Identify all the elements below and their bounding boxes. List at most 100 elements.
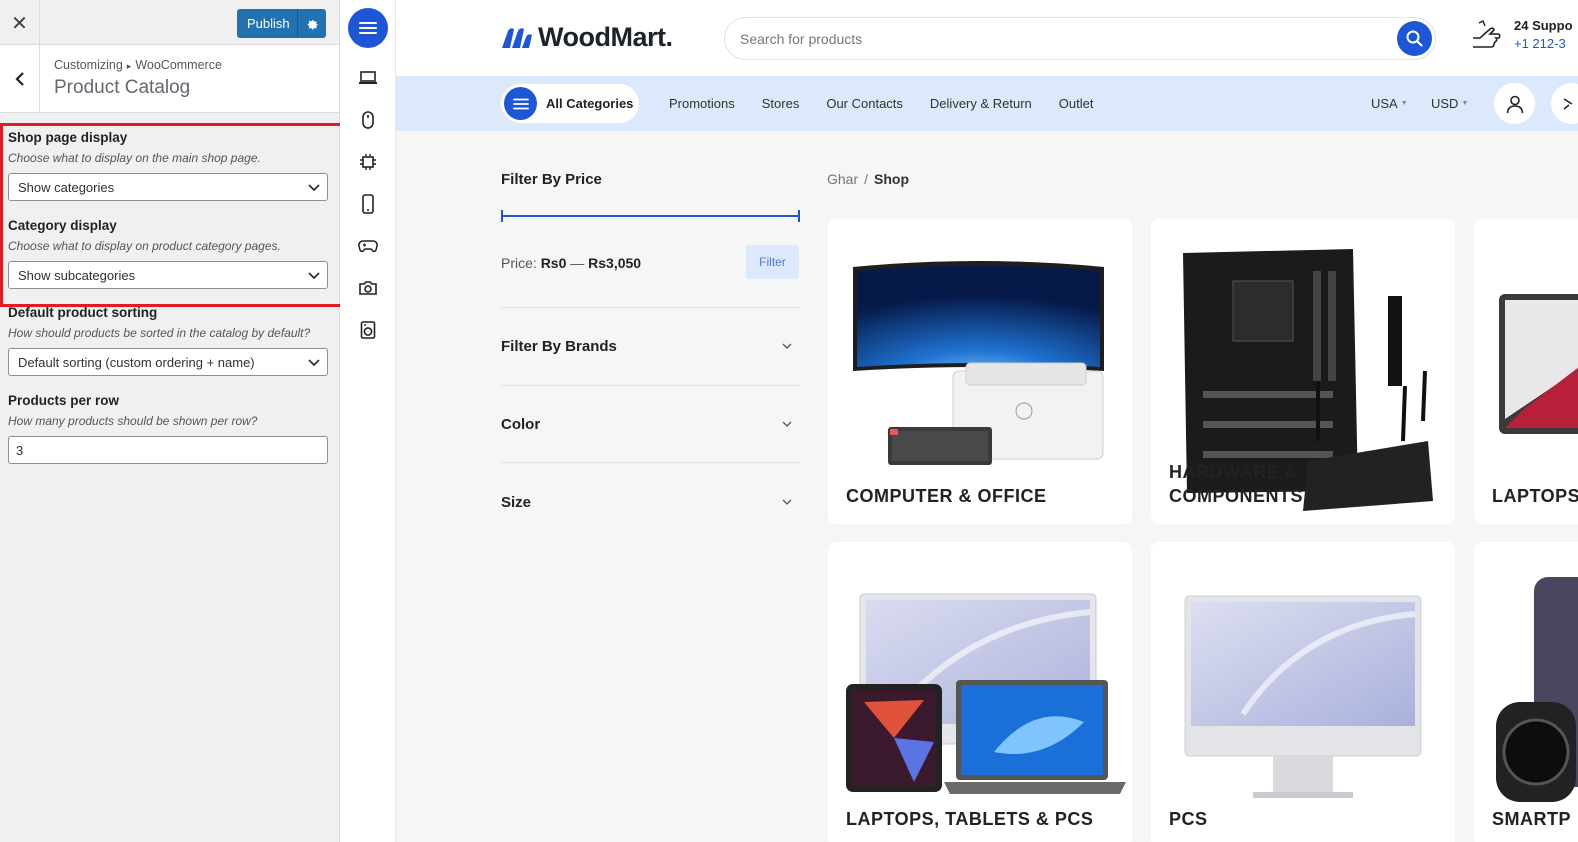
- category-card[interactable]: PCS: [1151, 542, 1455, 842]
- divider: [501, 307, 800, 308]
- control-title: Category display: [8, 218, 117, 233]
- chevron-down-icon: [308, 359, 320, 367]
- category-card[interactable]: COMPUTER & OFFICE: [828, 219, 1132, 524]
- breadcrumb-separator-icon: ▸: [126, 61, 132, 71]
- chevron-down-icon: [308, 272, 320, 280]
- gear-icon[interactable]: [297, 9, 326, 38]
- search-placeholder: Search for products: [740, 30, 863, 47]
- all-categories-label: All Categories: [546, 96, 634, 111]
- camera-icon[interactable]: [358, 278, 378, 298]
- monitor-printer-image: [853, 261, 1104, 465]
- account-button[interactable]: [1494, 83, 1535, 124]
- category-card[interactable]: LAPTOPS: [1474, 219, 1578, 524]
- select-value: Show categories: [18, 179, 115, 195]
- category-name: HARDWARE & COMPONENTS: [1169, 462, 1304, 506]
- control-title: Default product sorting: [8, 305, 158, 320]
- currency-value: USD: [1431, 96, 1459, 111]
- products-per-row-input[interactable]: 3: [8, 436, 328, 464]
- site-header: WoodMart. Search for products 24 Suppo +…: [396, 0, 1578, 76]
- customizer-breadcrumb: Customizing ▸ WooCommerce: [54, 58, 222, 72]
- site-preview: WoodMart. Search for products 24 Suppo +…: [396, 0, 1578, 842]
- menu-button[interactable]: [348, 8, 388, 48]
- price-dash: —: [570, 255, 585, 271]
- support-phone[interactable]: +1 212-3: [1514, 36, 1573, 51]
- mouse-icon[interactable]: [358, 110, 378, 130]
- control-title: Products per row: [8, 393, 120, 408]
- breadcrumb-current: Shop: [874, 171, 910, 187]
- nav-outlet[interactable]: Outlet: [1059, 96, 1094, 111]
- search-icon: [1406, 30, 1423, 47]
- nav-stores[interactable]: Stores: [762, 96, 800, 111]
- all-categories-button[interactable]: All Categories: [501, 84, 639, 123]
- default-sorting-select[interactable]: Default sorting (custom ordering + name): [8, 348, 328, 376]
- currency-select[interactable]: USD ▼: [1431, 76, 1468, 131]
- category-card[interactable]: LAPTOPS, TABLETS & PCS: [828, 542, 1132, 842]
- hamburger-icon: [359, 22, 377, 34]
- shop-page-display-select[interactable]: Show categories: [8, 173, 328, 201]
- control-description: How should products be sorted in the cat…: [8, 326, 311, 340]
- washing-machine-icon[interactable]: [358, 320, 378, 340]
- nav-our-contacts[interactable]: Our Contacts: [826, 96, 903, 111]
- woodmart-logo-icon: [502, 27, 532, 48]
- country-select[interactable]: USA ▼: [1371, 76, 1408, 131]
- category-display-control: Category display Choose what to display …: [8, 218, 328, 289]
- control-description: Choose what to display on product catego…: [8, 239, 281, 253]
- laptop-icon[interactable]: [358, 68, 378, 88]
- site-nav: All Categories Promotions Stores Our Con…: [396, 76, 1578, 131]
- category-sidebar-bar: [340, 0, 396, 842]
- compare-button[interactable]: [1551, 83, 1578, 124]
- nav-links: Promotions Stores Our Contacts Delivery …: [669, 76, 1120, 131]
- category-name: LAPTOPS, TABLETS & PCS: [846, 808, 1094, 829]
- chip-icon[interactable]: [358, 152, 378, 172]
- price-range-text: Price: Rs0 — Rs3,050: [501, 255, 641, 271]
- category-name: COMPUTER & OFFICE: [846, 485, 1047, 506]
- divider: [501, 462, 800, 463]
- support-title: 24 Suppo: [1514, 18, 1573, 33]
- price-min: Rs0: [540, 255, 567, 271]
- section-header: Customizing ▸ WooCommerce Product Catalog: [0, 45, 339, 113]
- size-filter-toggle[interactable]: Size: [501, 487, 800, 517]
- support-block[interactable]: 24 Suppo +1 212-3: [1470, 18, 1573, 52]
- customizer-header-bar: ✕ Publish: [0, 0, 339, 45]
- category-name: LAPTOPS: [1492, 485, 1578, 506]
- price-max: Rs3,050: [588, 255, 642, 271]
- category-card[interactable]: SMARTP: [1474, 542, 1578, 842]
- control-description: Choose what to display on the main shop …: [8, 151, 261, 165]
- publish-button[interactable]: Publish: [237, 9, 326, 38]
- filter-brands-toggle[interactable]: Filter By Brands: [501, 331, 800, 361]
- chevron-down-icon: [782, 421, 792, 427]
- search-button[interactable]: [1397, 21, 1432, 56]
- phone-icon[interactable]: [358, 194, 378, 214]
- breadcrumb-parent: WooCommerce: [135, 58, 222, 72]
- category-display-select[interactable]: Show subcategories: [8, 261, 328, 289]
- filter-button[interactable]: Filter: [746, 245, 799, 279]
- country-value: USA: [1371, 96, 1398, 111]
- category-card[interactable]: HARDWARE & COMPONENTS: [1151, 219, 1455, 524]
- smartphone-watch-image: [1496, 577, 1578, 802]
- price-range-slider[interactable]: [501, 210, 800, 222]
- divider: [501, 385, 800, 386]
- gamepad-icon[interactable]: [358, 236, 378, 256]
- color-filter-toggle[interactable]: Color: [501, 409, 800, 439]
- nav-delivery-return[interactable]: Delivery & Return: [930, 96, 1032, 111]
- back-button[interactable]: [0, 45, 40, 113]
- imac-image: [1184, 595, 1422, 798]
- shop-page-display-control: Shop page display Choose what to display…: [8, 130, 328, 201]
- support-hand-icon: [1473, 20, 1501, 48]
- chevron-down-icon: [782, 343, 792, 349]
- caret-down-icon: ▼: [1400, 100, 1408, 107]
- chevron-left-icon: [14, 72, 24, 86]
- screen: ✕ Publish Customizing ▸ WooCommerce Produc…: [0, 0, 1578, 842]
- products-per-row-control: Products per row How many products shoul…: [8, 393, 328, 464]
- breadcrumb-home[interactable]: Ghar: [827, 171, 858, 187]
- control-title: Shop page display: [8, 130, 128, 145]
- nav-promotions[interactable]: Promotions: [669, 96, 735, 111]
- search-input[interactable]: Search for products: [724, 17, 1436, 60]
- breadcrumb-separator: /: [864, 171, 869, 187]
- section-title: Product Catalog: [54, 77, 191, 98]
- close-customizer-button[interactable]: ✕: [0, 0, 40, 45]
- filter-brands-title: Filter By Brands: [501, 337, 617, 355]
- select-value: Default sorting (custom ordering + name): [18, 354, 255, 370]
- site-logo[interactable]: WoodMart.: [500, 22, 673, 53]
- shop-body: Filter By Price Price: Rs0 — Rs3,050 Fil…: [396, 131, 1578, 842]
